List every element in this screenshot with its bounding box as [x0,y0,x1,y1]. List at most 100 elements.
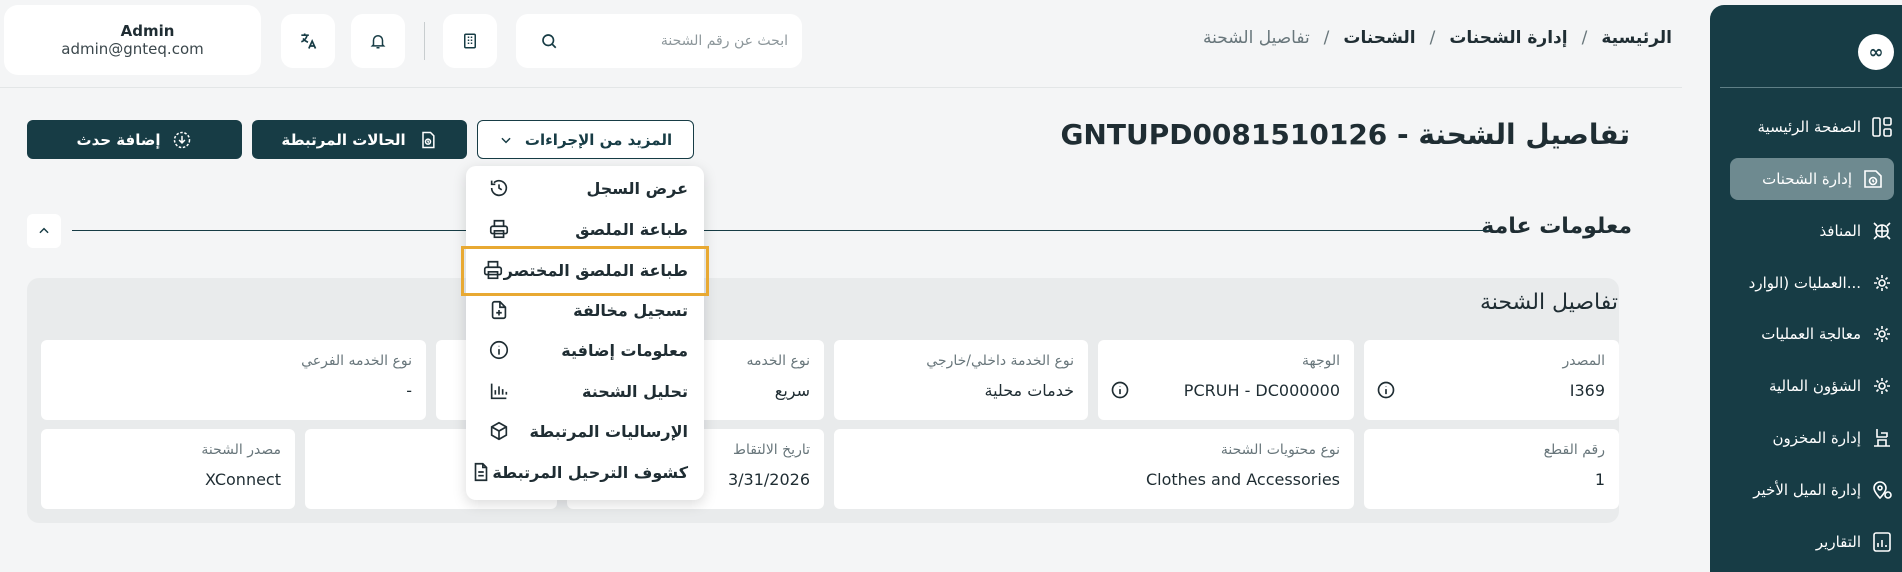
bar-chart-icon [488,380,510,402]
breadcrumb-shipments[interactable]: الشحنات [1343,28,1415,48]
field-value: PCRUH - DC000000 [1183,381,1340,400]
warehouse-icon [1869,425,1895,451]
related-cases-label: الحالات المرتبطة [281,130,406,149]
source-card: المصدر I369 [1364,340,1619,420]
logo-icon[interactable]: ∞ [1858,34,1894,70]
info-icon[interactable] [1376,380,1396,400]
add-event-label: إضافة حدث [76,130,161,149]
breadcrumb-separator: / [1581,28,1588,48]
collapse-button[interactable] [27,214,61,248]
panel-title: تفاصيل الشحنة [1479,290,1618,315]
sidebar-item-ports[interactable]: المنافذ [1730,210,1895,252]
service-scope-card: نوع الخدمة داخلي/خارجي خدمات محلية [834,340,1088,420]
sidebar-item-label: التقارير [1815,533,1861,551]
sidebar-item-reports[interactable]: التقارير [1730,521,1895,563]
search-box[interactable] [516,14,802,68]
building-icon [461,32,479,50]
sidebar-divider [1720,87,1902,88]
field-label: نوع محتويات الشحنة [1220,442,1340,458]
breadcrumb-separator: / [1323,28,1330,48]
more-actions-button[interactable]: المزيد من الإجراءات [477,120,694,159]
info-icon[interactable] [1110,380,1130,400]
field-label: رقم القطع [1543,442,1605,458]
chevron-down-icon [499,133,513,147]
sidebar-item-home[interactable]: الصفحة الرئيسية [1730,106,1895,148]
origin-card: مصدر الشحنة XConnect [41,429,295,509]
add-event-icon [172,130,192,150]
sidebar-item-label: معالجة العمليات [1761,325,1861,343]
info-icon [488,339,510,361]
menu-item-print-label[interactable]: طباعة الملصق [488,214,688,244]
field-value: XConnect [205,470,281,489]
sidebar-item-label: الصفحة الرئيسية [1757,118,1862,136]
sidebar-item-label: العمليات (الوارد... [1748,274,1861,292]
add-event-button[interactable]: إضافة حدث [27,120,242,159]
document-icon [418,130,438,150]
package-icon [1860,166,1886,192]
chevron-up-icon [37,224,51,238]
field-label: الوجهة [1301,353,1340,369]
field-value: Clothes and Accessories [1145,470,1340,489]
breadcrumb-home[interactable]: الرئيسية [1601,28,1672,48]
sidebar-item-label: إدارة الشحنات [1762,170,1852,188]
building-button[interactable] [443,14,497,68]
gear-icon [1869,270,1895,296]
more-actions-label: المزيد من الإجراءات [524,130,673,149]
menu-item-label: الإرسالیات المرتبطة [529,421,688,441]
field-value: I369 [1569,381,1605,400]
box-icon [488,420,510,442]
destination-card: الوجهة PCRUH - DC000000 [1098,340,1354,420]
search-input[interactable] [568,33,788,49]
sidebar-item-label: إدارة المخزون [1772,429,1861,447]
gear-icon [1869,373,1895,399]
sidebar-item-finance[interactable]: الشؤون المالية [1730,365,1895,407]
sidebar-item-label: الشؤون المالية [1768,377,1861,395]
breadcrumb-separator: / [1429,28,1436,48]
section-title: معلومات عامة [1481,214,1632,239]
sidebar-item-inventory[interactable]: إدارة المخزون [1730,417,1895,459]
history-icon [488,177,510,199]
report-icon [1869,529,1895,555]
menu-item-label: معلومات إضافية [561,340,688,360]
menu-item-additional-info[interactable]: معلومات إضافية [488,335,688,365]
language-button[interactable] [281,14,335,68]
menu-item-related-shipments[interactable]: الإرسالیات المرتبطة [488,416,688,446]
header-divider [424,22,425,60]
field-value: خدمات محلية [984,381,1074,400]
user-profile[interactable]: Admin admin@gnteq.com [4,5,261,75]
field-label: المصدر [1562,353,1606,369]
sidebar-item-last-mile[interactable]: إدارة الميل الأخير [1730,469,1895,511]
notifications-button[interactable] [351,14,405,68]
file-plus-icon [488,299,510,321]
search-icon[interactable] [540,32,558,50]
breadcrumb-current: تفاصيل الشحنة [1203,28,1310,48]
sidebar-item-operations[interactable]: العمليات (الوارد... [1730,262,1895,304]
section-divider [72,230,1490,231]
sidebar-item-process-operations[interactable]: معالجة العمليات [1730,313,1895,355]
menu-item-label: عرض السجل [586,178,688,198]
field-label: مصدر الشحنة [201,442,281,458]
bell-icon [369,32,387,50]
page-title: تفاصيل الشحنة - GNTUPD0081510126 [1060,118,1630,151]
more-actions-menu: عرض السجل طباعة الملصق طباعة الملصق المخ… [466,166,704,500]
field-value: 1 [1594,470,1605,489]
menu-item-label: طباعة الملصق [575,219,688,239]
sidebar-item-shipments[interactable]: إدارة الشحنات [1730,158,1894,200]
field-label: نوع الخدمة داخلي/خارجي [926,353,1074,369]
menu-item-related-manifests[interactable]: كشوف الترحيل المرتبطة [475,457,688,487]
location-icon [1869,477,1895,503]
user-email: admin@gnteq.com [61,40,204,58]
dashboard-icon [1869,114,1895,140]
translate-icon [298,31,318,51]
header-divider [0,87,1682,88]
sidebar-item-label: المنافذ [1819,222,1861,240]
user-name: Admin [120,22,175,40]
menu-item-view-log[interactable]: عرض السجل [488,173,688,203]
menu-item-label: تسجيل مخالفة [573,300,688,320]
menu-item-label: تحليل الشحنة [582,381,688,401]
menu-item-register-violation[interactable]: تسجيل مخالفة [488,295,688,325]
menu-item-shipment-analysis[interactable]: تحليل الشحنة [488,376,688,406]
menu-item-label: كشوف الترحيل المرتبطة [492,462,688,482]
breadcrumb-shipment-management[interactable]: إدارة الشحنات [1449,28,1567,48]
related-cases-button[interactable]: الحالات المرتبطة [252,120,467,159]
